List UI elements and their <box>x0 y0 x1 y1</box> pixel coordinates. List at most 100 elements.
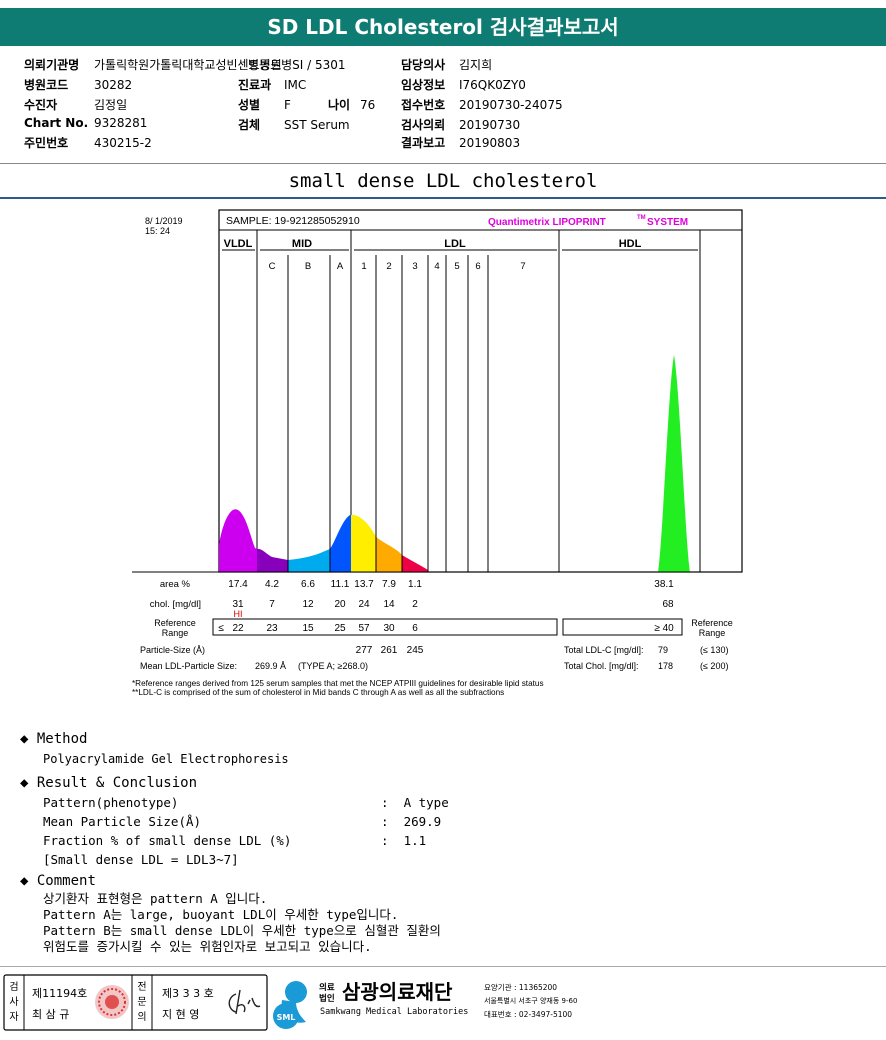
band-label-4: 4 <box>434 261 439 272</box>
hi-flag: HI <box>234 609 243 619</box>
area-row-label: area % <box>160 579 191 590</box>
svg-text:전: 전 <box>137 981 146 993</box>
svg-text:≥ 40: ≥ 40 <box>654 623 674 634</box>
band-label-6: 6 <box>475 261 480 272</box>
svg-text:17.4: 17.4 <box>228 579 248 590</box>
svg-text:의: 의 <box>137 1011 146 1023</box>
group-hdl: HDL <box>619 238 642 250</box>
result-row-fraction: Fraction % of small dense LDL (%) <box>43 833 292 848</box>
svg-text:14: 14 <box>383 599 395 610</box>
svg-text:261: 261 <box>381 645 398 656</box>
particle-label: Particle-Size (Å) <box>140 645 205 655</box>
svg-text:57: 57 <box>358 623 370 634</box>
group-vldl: VLDL <box>224 238 253 250</box>
svg-text:Range: Range <box>699 628 726 638</box>
svg-text:4.2: 4.2 <box>265 579 279 590</box>
svg-text:30: 30 <box>383 623 395 634</box>
org-name: 삼광의료재단 <box>342 980 453 1004</box>
svg-text:68: 68 <box>662 599 674 610</box>
diamond-icon: ◆ <box>20 775 29 791</box>
method-heading: ◆ Method <box>20 731 88 747</box>
band-label-5: 5 <box>454 261 459 272</box>
group-mid: MID <box>292 238 312 250</box>
svg-text:7.9: 7.9 <box>382 579 396 590</box>
method-body: Polyacrylamide Gel Electrophoresis <box>43 752 289 766</box>
total-chol-ref: (≤ 200) <box>700 661 728 671</box>
band-label-7: 7 <box>520 261 525 272</box>
examiner-no: 제11194호 <box>32 987 87 1000</box>
chart-date: 8/ 1/2019 <box>145 216 183 226</box>
svg-text:자: 자 <box>9 1011 18 1023</box>
svg-text:23: 23 <box>266 623 278 634</box>
band-label-a: A <box>337 261 344 272</box>
svg-text:22: 22 <box>232 623 244 634</box>
specialist-no: 제3 3 3 호 <box>162 987 214 1000</box>
specialist-name: 지 현 영 <box>162 1008 199 1021</box>
svg-text:2: 2 <box>412 599 418 610</box>
chart-time: 15: 24 <box>145 226 170 236</box>
diamond-icon: ◆ <box>20 731 29 747</box>
mean-size-label: Mean LDL-Particle Size: <box>140 661 237 671</box>
comment-line-2: Pattern A는 large, buoyant LDL이 우세한 type입… <box>43 907 399 922</box>
svg-text:245: 245 <box>407 645 424 656</box>
band-label-1: 1 <box>361 261 366 272</box>
svg-text:≤: ≤ <box>218 623 224 634</box>
comment-line-1: 상기환자 표현형은 pattern A 입니다. <box>43 891 268 906</box>
band-label-3: 3 <box>412 261 417 272</box>
chart-sample: SAMPLE: 19-921285052910 <box>226 215 360 227</box>
svg-text:1.1: 1.1 <box>408 579 422 590</box>
svg-text:사: 사 <box>9 996 18 1008</box>
total-chol-value: 178 <box>658 661 673 671</box>
svg-text:SML: SML <box>277 1013 296 1022</box>
mean-size-type: (TYPE A; ≥268.0) <box>298 661 368 671</box>
result-row-size: Mean Particle Size(Å) <box>43 814 202 829</box>
ref-row-label: Reference <box>154 618 196 628</box>
svg-text:15: 15 <box>302 623 314 634</box>
svg-text:12: 12 <box>302 599 314 610</box>
svg-text:11.1: 11.1 <box>331 579 350 590</box>
svg-text:법인: 법인 <box>319 993 335 1004</box>
org-phone: 대표번호 : 02-3497-5100 <box>484 1010 572 1019</box>
svg-text:Range: Range <box>162 628 189 638</box>
svg-text:검: 검 <box>9 981 18 993</box>
svg-text:7: 7 <box>269 599 275 610</box>
svg-text:6.6: 6.6 <box>301 579 315 590</box>
group-ldl: LDL <box>444 238 466 250</box>
total-ldl-ref: (≤ 130) <box>700 645 728 655</box>
sml-logo-icon: SML <box>273 981 307 1029</box>
total-ldl-label: Total LDL-C [mg/dl]: <box>564 645 644 655</box>
diamond-icon: ◆ <box>20 873 29 889</box>
svg-text:25: 25 <box>334 623 346 634</box>
svg-text:Quantimetrix LIPOPRINT: Quantimetrix LIPOPRINT <box>488 217 606 228</box>
result-note: [Small dense LDL = LDL3~7] <box>43 852 239 867</box>
lipoprint-chart: 8/ 1/2019 15: 24 SAMPLE: 19-921285052910… <box>132 209 743 697</box>
total-chol-label: Total Chol. [mg/dl]: <box>564 661 639 671</box>
svg-text:TM: TM <box>637 215 646 221</box>
care-code: 요양기관 : 11365200 <box>484 982 557 992</box>
svg-text:문: 문 <box>137 996 146 1008</box>
mean-size-value: 269.9 Å <box>255 661 286 671</box>
svg-text:SYSTEM: SYSTEM <box>647 217 688 228</box>
footnote-2: **LDL-C is comprised of the sum of chole… <box>132 688 504 697</box>
chol-row-label: chol. [mg/dl] <box>150 599 201 610</box>
svg-text:13.7: 13.7 <box>354 579 374 590</box>
examiner-name: 최 삼 규 <box>32 1008 69 1021</box>
footer-divider <box>0 966 886 967</box>
system-label: Quantimetrix LIPOPRINT TM SYSTEM <box>488 215 688 228</box>
total-ldl-value: 79 <box>658 645 668 655</box>
footnote-1: *Reference ranges derived from 125 serum… <box>132 679 544 688</box>
comment-line-4: 위험도를 증가시킬 수 있는 위험인자로 보고되고 있습니다. <box>43 939 372 954</box>
svg-text:20: 20 <box>334 599 346 610</box>
svg-text:6: 6 <box>412 623 418 634</box>
ref-row-label-right: Reference <box>691 618 733 628</box>
band-label-2: 2 <box>386 261 391 272</box>
comment-heading: ◆ Comment <box>20 873 96 889</box>
org-address: 서울특별시 서초구 양재동 9-60 <box>484 996 577 1005</box>
comment-line-3: Pattern B는 small dense LDL이 우세한 type으로 심… <box>43 923 441 938</box>
signature-box: 검사자 전문의 제11194호 최 삼 규 제3 3 3 호 지 현 영 SML… <box>3 974 577 1031</box>
svg-text:24: 24 <box>358 599 370 610</box>
result-heading: ◆ Result & Conclusion <box>20 775 198 791</box>
org-prefix: 의료 <box>319 982 335 993</box>
band-label-b: B <box>305 261 311 272</box>
svg-text:38.1: 38.1 <box>654 579 674 590</box>
